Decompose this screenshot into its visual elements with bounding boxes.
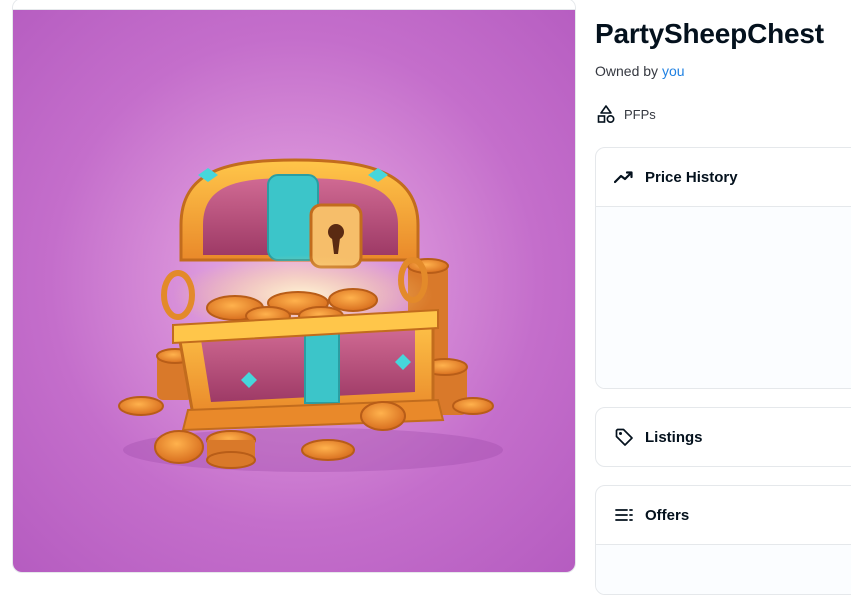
category-tag[interactable]: PFPs	[596, 104, 656, 124]
listings-panel: Listings	[595, 407, 851, 467]
shapes-icon	[597, 105, 615, 124]
tag-icon	[615, 428, 633, 446]
item-image-card[interactable]	[12, 0, 576, 573]
listings-header[interactable]: Listings	[596, 408, 851, 466]
trend-line-icon	[614, 171, 633, 184]
list-icon	[615, 509, 633, 521]
item-title: PartySheepChest	[595, 18, 824, 49]
owner-line: Owned by you	[595, 63, 685, 79]
owner-prefix: Owned by	[595, 63, 659, 79]
treasure-chest-illustration	[118, 158, 503, 472]
listings-title: Listings	[645, 428, 703, 446]
offers-header[interactable]: Offers	[596, 486, 851, 544]
category-label: PFPs	[624, 106, 656, 122]
price-history-header[interactable]: Price History	[596, 148, 851, 206]
owner-link[interactable]: you	[662, 63, 685, 79]
price-history-body	[596, 206, 851, 388]
offers-title: Offers	[645, 506, 690, 524]
treasure-chest-artwork[interactable]	[13, 10, 575, 572]
offers-body	[596, 544, 851, 594]
offers-panel: Offers	[595, 485, 851, 595]
image-card-header	[13, 0, 575, 10]
price-history-title: Price History	[645, 168, 738, 186]
price-history-panel: Price History	[595, 147, 851, 389]
